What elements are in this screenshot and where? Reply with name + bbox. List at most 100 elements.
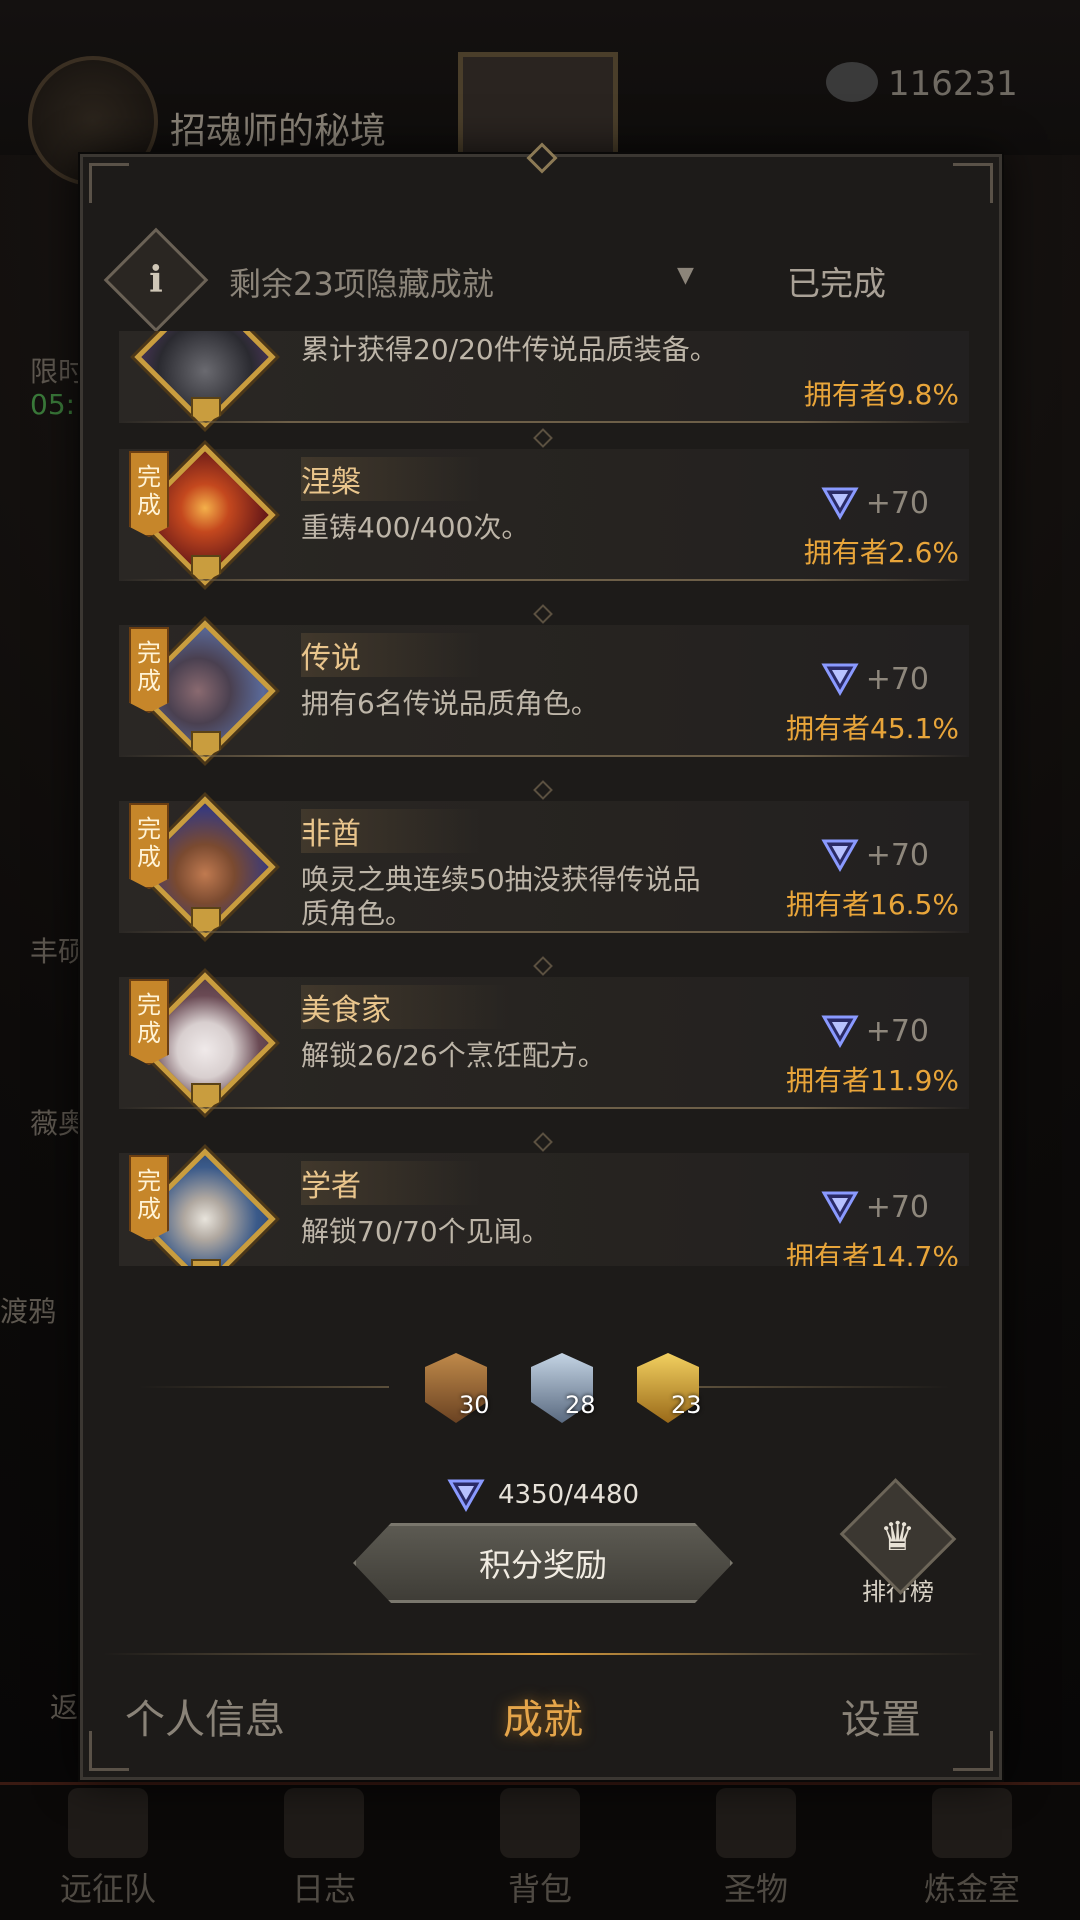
achievement-title: 涅槃 [301,457,481,501]
tab-achievements[interactable]: 成就 [503,1687,583,1745]
achievement-owners: 拥有者9.8% [803,378,959,411]
scroll-icon [284,1788,364,1858]
points-value: +70 [865,1013,929,1049]
achievement-title: 非酋 [301,809,481,853]
nav-label: 炼金室 [923,1870,1020,1908]
achievement-desc: 拥有6名传说品质角色。 [301,687,599,720]
points-value: +70 [865,837,929,873]
achievement-points: +70 [820,661,929,697]
coin-count: 116231 [888,64,1018,104]
bg-left-text: 返 [50,1691,79,1724]
achievement-desc: 唤灵之典连续50抽没获得传说品质角色。 [301,863,701,930]
bg-left-text: 薇奥 [30,1107,87,1140]
achievement-owners: 拥有者45.1% [786,712,959,745]
button-label: 积分奖励 [478,1546,607,1584]
rank-gold-icon [191,1259,221,1266]
nav-expedition[interactable]: 远征队 [18,1788,198,1910]
points-value: +70 [865,661,929,697]
achievement-row[interactable]: 完成 非酋 唤灵之典连续50抽没获得传说品质角色。 +70 拥有者16.5% [119,796,969,938]
bag-icon [500,1788,580,1858]
divider-gem [533,1132,553,1152]
divider-gem [533,604,553,624]
dark-helmet-icon [134,331,276,428]
divider-gem [533,428,553,448]
achievement-title: 学者 [301,1161,481,1205]
chevron-down-icon[interactable]: ▼ [677,263,694,288]
bronze-count: 30 [459,1391,490,1419]
bottom-navigation: 远征队 日志 背包 圣物 炼金室 [0,1782,1080,1920]
achievement-title: 美食家 [301,985,511,1029]
filter-status-dropdown[interactable]: 已完成 [787,257,886,305]
profile-modal: i 剩余23项隐藏成就 ▼ 已完成 累计获得20/20件传说品质装备。 拥有者9… [80,142,1005,1780]
achievement-owners: 拥有者11.9% [786,1064,959,1097]
achievement-desc: 累计获得20/20件传说品质装备。 [301,333,718,366]
score-value: 4350/4480 [498,1480,640,1510]
nav-label: 日志 [291,1870,356,1908]
hidden-achievements-text: 剩余23项隐藏成就 [229,265,494,303]
profile-tabs: 个人信息 成就 设置 [83,1667,1005,1767]
achievement-points: +70 [820,1013,929,1049]
frame-corner [953,163,993,203]
frame-corner [89,163,129,203]
gold-count: 23 [671,1391,702,1419]
achievement-owners: 拥有者2.6% [803,536,959,569]
divider-line [139,1386,389,1388]
achievement-row[interactable]: 完成 涅槃 重铸400/400次。 +70 拥有者2.6% [119,444,969,586]
nav-bag[interactable]: 背包 [450,1788,630,1910]
tab-settings[interactable]: 设置 [841,1687,921,1745]
bg-left-text: 渡鸦 [0,1295,57,1328]
achievement-desc: 解锁70/70个见闻。 [301,1215,550,1248]
silver-count: 28 [565,1391,596,1419]
rank-summary: 30 28 23 [119,1347,969,1427]
completed-badge: 完成 [129,451,169,537]
leaderboard-button[interactable]: ♛ 排行榜 [839,1478,957,1607]
achievement-points: +70 [820,837,929,873]
achievement-row[interactable]: 完成 学者 解锁70/70个见闻。 +70 拥有者14.7% [119,1148,969,1266]
achievement-desc: 解锁26/26个烹饪配方。 [301,1039,606,1072]
divider-gem [533,956,553,976]
chalice-icon [716,1788,796,1858]
info-icon[interactable]: i [103,227,209,333]
alchemy-icon [932,1788,1012,1858]
bg-left-text: 丰硕 [30,935,87,968]
completed-badge: 完成 [129,627,169,713]
completed-badge: 完成 [129,979,169,1065]
triangle-point-icon [821,487,859,521]
achievement-title: 传说 [301,633,481,677]
completed-badge: 完成 [129,803,169,889]
achievement-list[interactable]: 累计获得20/20件传说品质装备。 拥有者9.8% 完成 涅槃 重铸400/40… [119,331,969,1266]
triangle-point-icon [447,1479,485,1513]
achievement-owners: 拥有者16.5% [786,888,959,921]
points-value: +70 [865,485,929,521]
nav-label: 远征队 [59,1870,156,1908]
points-reward-button[interactable]: 积分奖励 [353,1523,733,1603]
completed-badge: 完成 [129,1155,169,1241]
triangle-point-icon [821,1191,859,1225]
achievement-owners: 拥有者14.7% [786,1240,959,1266]
tab-divider [103,1653,983,1655]
crown-icon: ♛ [839,1478,957,1595]
nav-alchemy[interactable]: 炼金室 [882,1788,1062,1910]
bg-left-timer: 05: [30,388,76,421]
achievement-row[interactable]: 完成 传说 拥有6名传说品质角色。 +70 拥有者45.1% [119,620,969,762]
points-value: +70 [865,1189,929,1225]
achievement-desc: 重铸400/400次。 [301,511,530,544]
divider-gem [533,780,553,800]
achievement-row[interactable]: 完成 美食家 解锁26/26个烹饪配方。 +70 拥有者11.9% [119,972,969,1114]
bg-left-text: 限时 [30,355,87,388]
tab-profile[interactable]: 个人信息 [125,1687,285,1745]
nav-relics[interactable]: 圣物 [666,1788,846,1910]
soul-coin-icon [826,62,878,102]
helmet-icon [68,1788,148,1858]
nav-label: 圣物 [723,1870,788,1908]
triangle-point-icon [821,1015,859,1049]
achievement-filter-bar: i 剩余23项隐藏成就 ▼ 已完成 [103,227,969,333]
nav-journal[interactable]: 日志 [234,1788,414,1910]
realm-title: 招魂师的秘境 [170,111,387,152]
achievement-row[interactable]: 累计获得20/20件传说品质装备。 拥有者9.8% [119,331,969,428]
triangle-point-icon [821,839,859,873]
triangle-point-icon [821,663,859,697]
achievement-points: +70 [820,1189,929,1225]
divider-line [699,1386,949,1388]
nav-label: 背包 [507,1870,572,1908]
